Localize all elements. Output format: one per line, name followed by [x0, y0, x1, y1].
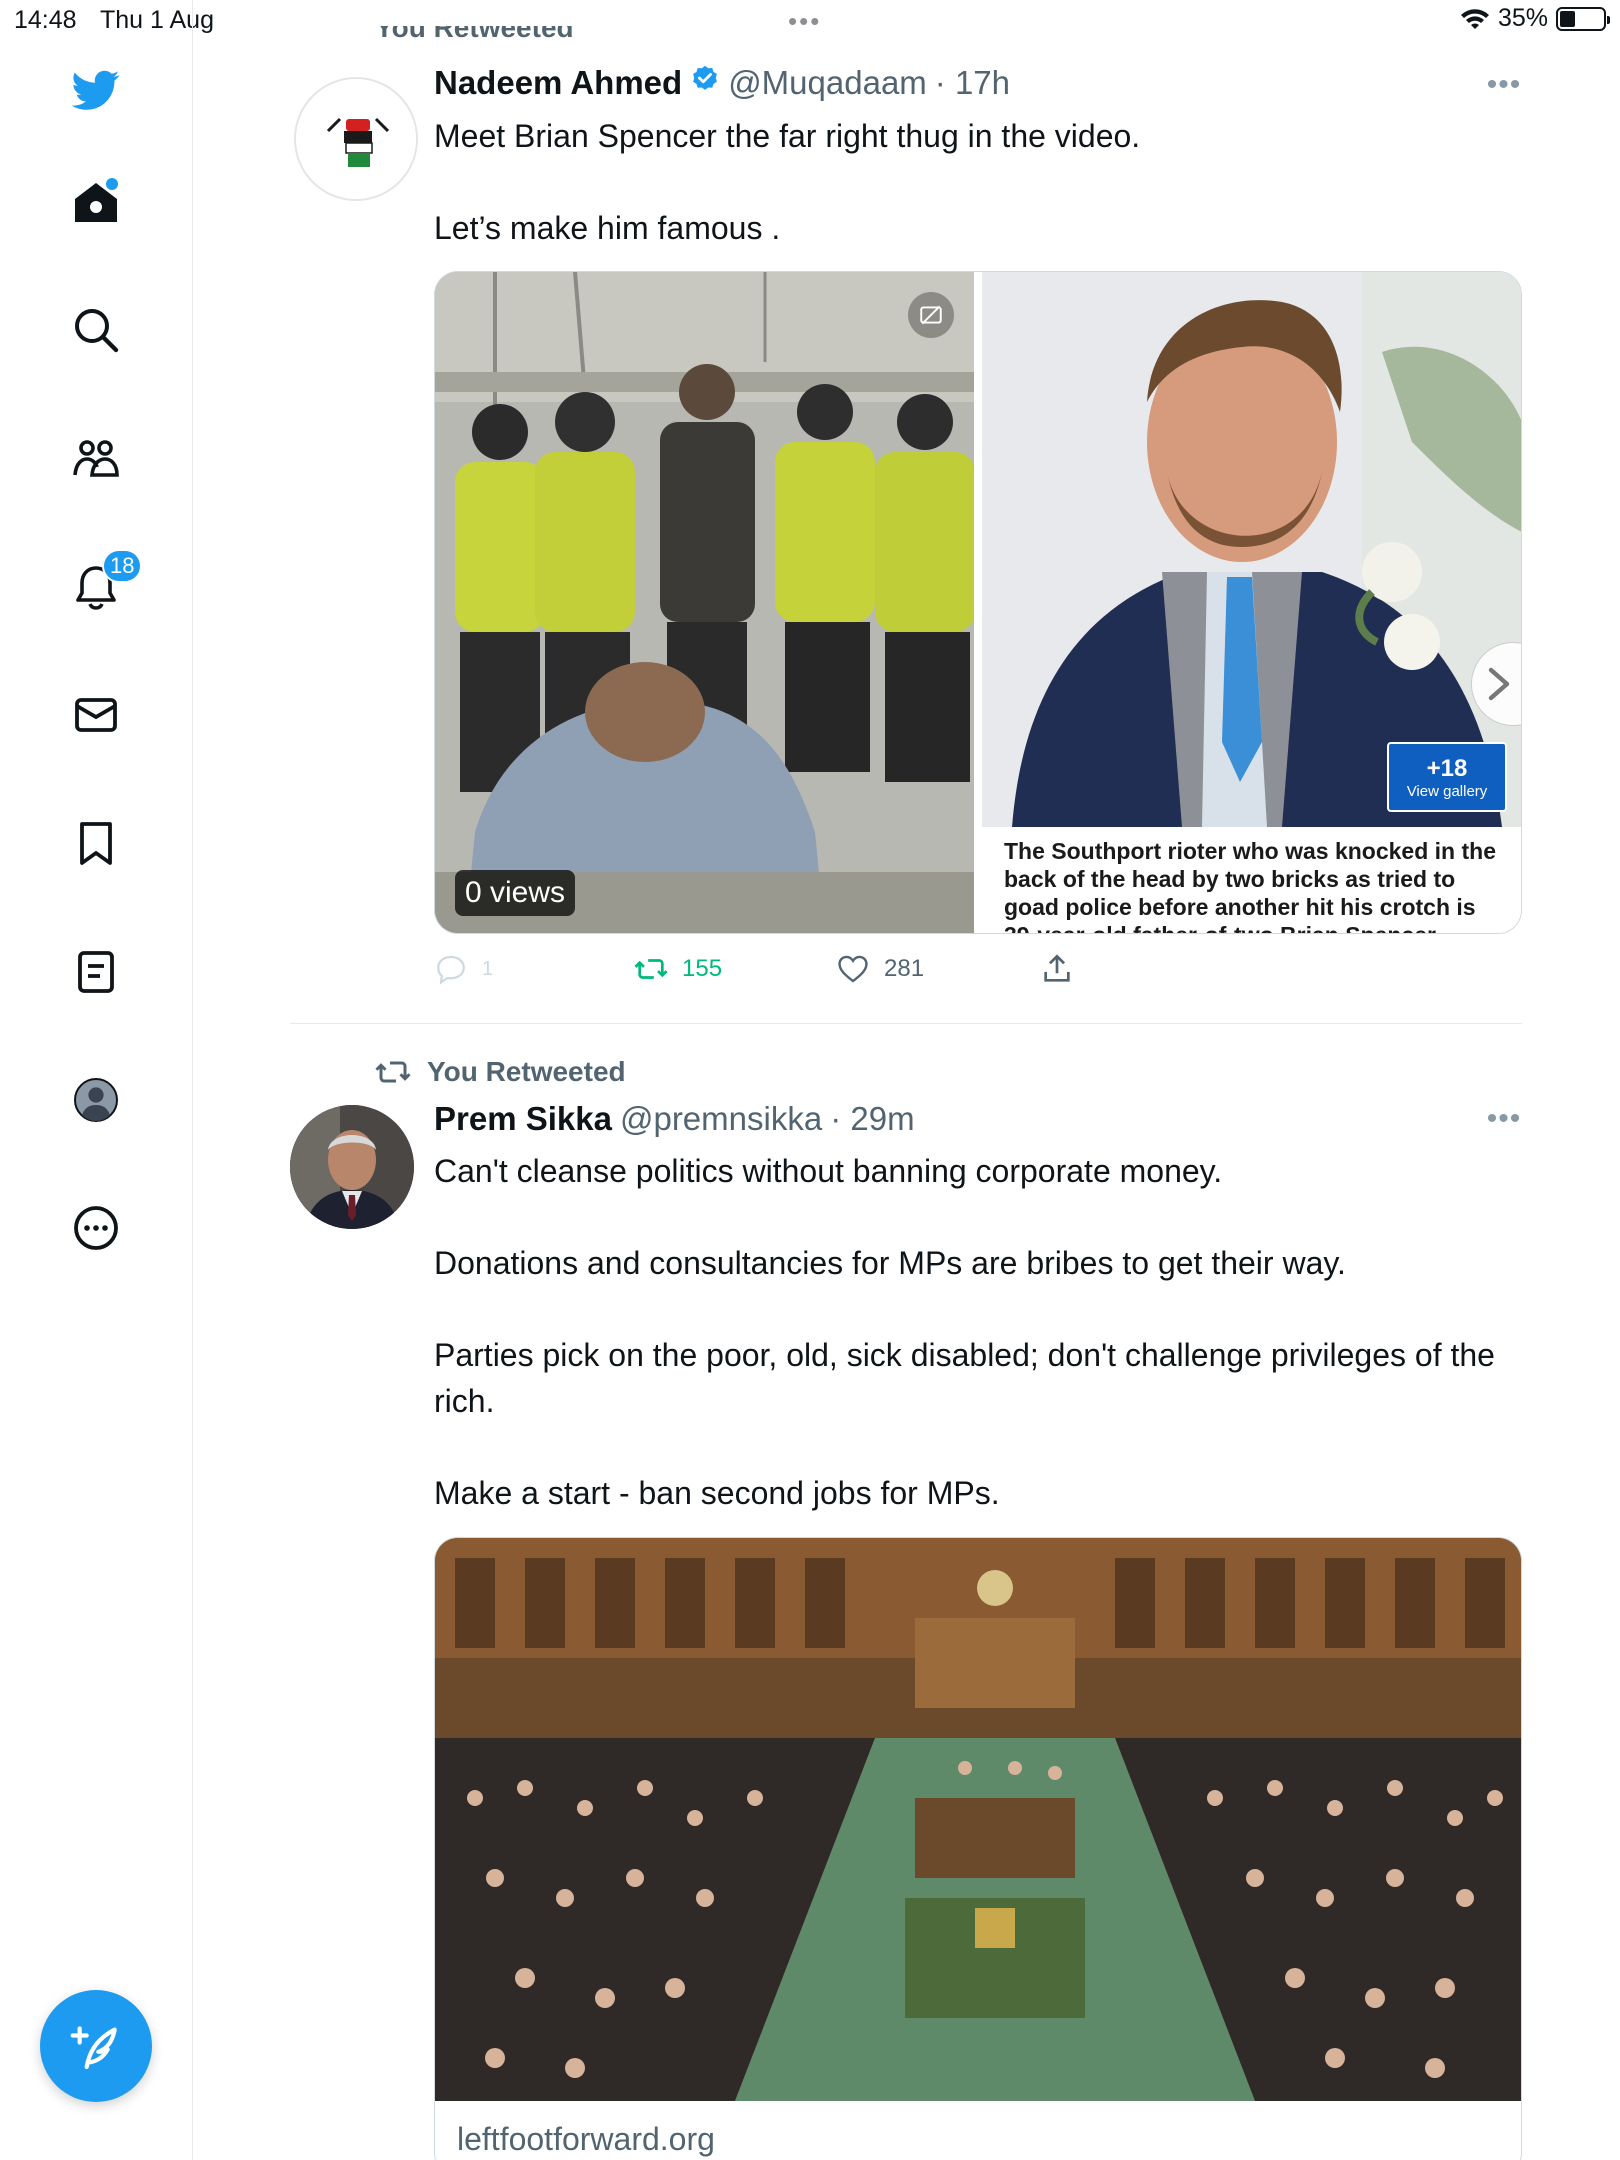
- tweet-paragraph: Parties pick on the poor, old, sick disa…: [434, 1337, 1495, 1419]
- tweet-text: Can't cleanse politics without banning c…: [434, 1148, 1524, 1516]
- user-avatar-icon: [74, 1078, 118, 1122]
- video-views-count: 0 views: [455, 870, 576, 916]
- twitter-bird-icon: [72, 70, 120, 110]
- bookmarks-icon[interactable]: [64, 811, 128, 875]
- tweet-action-bar: 1 155 281: [434, 952, 1134, 996]
- sidebar: 18: [0, 0, 193, 2160]
- multitasking-dots[interactable]: •••: [788, 6, 821, 37]
- more-options-icon[interactable]: •••: [1484, 70, 1524, 100]
- communities-icon[interactable]: [64, 427, 128, 491]
- retweet-label: You Retweeted: [375, 1054, 626, 1090]
- search-icon: [75, 309, 119, 353]
- link-domain[interactable]: leftfootforward.org: [457, 2121, 715, 2158]
- retweet-icon: [634, 959, 668, 979]
- compose-feather-icon: [70, 2026, 117, 2070]
- author-handle[interactable]: @Muqadaam: [728, 64, 927, 102]
- lists-icon[interactable]: [64, 940, 128, 1004]
- list-document-icon: [78, 951, 114, 993]
- free-palestine-avatar-icon: [298, 81, 416, 199]
- tweet-divider: [290, 1023, 1522, 1024]
- tweet-author-row: Prem Sikka @premnsikka · 29m: [434, 1100, 915, 1138]
- status-bar: 14:48 Thu 1 Aug ••• 35%: [0, 0, 1620, 40]
- bookmark-icon: [80, 822, 112, 865]
- reply-button[interactable]: 1: [434, 952, 493, 986]
- tweet-paragraph: Meet Brian Spencer the far right thug in…: [434, 118, 1141, 154]
- avatar[interactable]: [290, 1105, 414, 1229]
- muted-speaker-icon: [920, 305, 942, 325]
- tweet-paragraph: Let’s make him famous .: [434, 210, 781, 246]
- retweet-label-partial: You Retweeted: [375, 26, 574, 43]
- messages-icon[interactable]: [64, 683, 128, 747]
- share-button[interactable]: [1040, 952, 1074, 986]
- battery-fill: [1560, 10, 1575, 27]
- tweet-paragraph: Donations and consultancies for MPs are …: [434, 1245, 1346, 1281]
- tweet-time[interactable]: · 17h: [935, 64, 1010, 102]
- like-count: 281: [884, 955, 925, 982]
- battery-icon: [1556, 6, 1610, 31]
- home-icon[interactable]: [64, 170, 128, 234]
- tweet-media-grid: 0 views +18 View gallery The Southport r…: [434, 271, 1522, 934]
- home-unread-dot: [106, 178, 118, 190]
- more-options-icon[interactable]: •••: [1484, 1104, 1524, 1134]
- retweet-label-text[interactable]: You Retweeted: [427, 1056, 626, 1088]
- tweet-text: Meet Brian Spencer the far right thug in…: [434, 113, 1524, 251]
- tweet-time[interactable]: · 29m: [830, 1100, 914, 1138]
- reply-count: 1: [482, 957, 494, 980]
- status-right: 35%: [1460, 4, 1610, 33]
- link-preview-card[interactable]: leftfootforward.org: [434, 1537, 1522, 2160]
- heart-icon: [838, 955, 868, 983]
- notifications-icon[interactable]: 18: [64, 549, 143, 619]
- wifi-icon: [1460, 8, 1489, 29]
- notification-badge: 18: [102, 549, 143, 583]
- reply-bubble-icon: [437, 955, 465, 985]
- compose-tweet-button[interactable]: [40, 1990, 152, 2102]
- author-handle[interactable]: @premnsikka: [620, 1100, 822, 1138]
- video-thumbnail-icon: [435, 272, 974, 933]
- video-mute-icon[interactable]: [908, 292, 954, 338]
- gallery-count: +18: [1426, 754, 1468, 782]
- avatar[interactable]: [294, 77, 418, 201]
- tweet-photo[interactable]: +18 View gallery The Southport rioter wh…: [982, 272, 1521, 933]
- tweet-author-row: Nadeem Ahmed @Muqadaam · 17h: [434, 64, 1010, 102]
- author-name[interactable]: Nadeem Ahmed: [434, 64, 682, 102]
- retweet-icon: [375, 1061, 411, 1083]
- tweet-paragraph: Can't cleanse politics without banning c…: [434, 1153, 1223, 1189]
- verified-badge-icon: [693, 65, 718, 90]
- parliament-chamber-image-icon: [435, 1538, 1521, 2101]
- view-gallery-button[interactable]: +18 View gallery: [1387, 742, 1507, 812]
- profile-photo-icon: [290, 1105, 414, 1229]
- retweet-button[interactable]: 155: [634, 952, 722, 986]
- photo-caption: The Southport rioter who was knocked in …: [1004, 838, 1496, 933]
- author-name[interactable]: Prem Sikka: [434, 1100, 612, 1138]
- gallery-label: View gallery: [1406, 782, 1488, 800]
- more-icon[interactable]: [64, 1196, 128, 1260]
- retweet-count: 155: [682, 955, 723, 982]
- share-upload-icon: [1044, 954, 1070, 982]
- envelope-icon: [75, 698, 117, 732]
- like-button[interactable]: 281: [836, 952, 924, 986]
- more-circle-icon: [74, 1206, 118, 1250]
- profile-icon[interactable]: [64, 1068, 128, 1132]
- tweet-video[interactable]: 0 views: [435, 272, 974, 933]
- battery-percent: 35%: [1497, 4, 1548, 32]
- twitter-logo-icon[interactable]: [64, 58, 128, 122]
- chevron-right-icon: [1488, 667, 1510, 701]
- people-icon: [73, 440, 119, 477]
- explore-icon[interactable]: [64, 298, 128, 362]
- tweet-paragraph: Make a start - ban second jobs for MPs.: [434, 1475, 1000, 1511]
